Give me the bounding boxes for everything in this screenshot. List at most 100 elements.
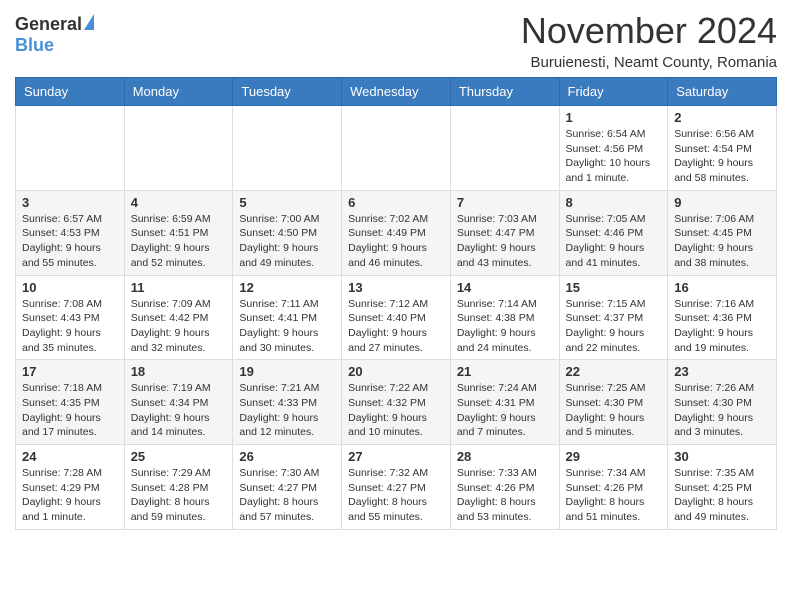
calendar-cell: 22 Sunrise: 7:25 AM Sunset: 4:30 PM Dayli… — [559, 360, 668, 445]
logo-triangle-icon — [84, 14, 94, 30]
day-info: Sunrise: 7:16 AM Sunset: 4:36 PM Dayligh… — [674, 297, 770, 356]
calendar-cell: 18 Sunrise: 7:19 AM Sunset: 4:34 PM Dayli… — [124, 360, 233, 445]
day-number: 24 — [22, 449, 118, 464]
day-number: 8 — [566, 195, 662, 210]
day-info: Sunrise: 7:09 AM Sunset: 4:42 PM Dayligh… — [131, 297, 227, 356]
day-info: Sunrise: 6:54 AM Sunset: 4:56 PM Dayligh… — [566, 127, 662, 186]
day-info: Sunrise: 7:30 AM Sunset: 4:27 PM Dayligh… — [239, 466, 335, 525]
calendar-cell: 20 Sunrise: 7:22 AM Sunset: 4:32 PM Dayli… — [342, 360, 451, 445]
day-number: 16 — [674, 280, 770, 295]
calendar-cell: 26 Sunrise: 7:30 AM Sunset: 4:27 PM Dayli… — [233, 445, 342, 530]
day-info: Sunrise: 7:26 AM Sunset: 4:30 PM Dayligh… — [674, 381, 770, 440]
day-info: Sunrise: 7:08 AM Sunset: 4:43 PM Dayligh… — [22, 297, 118, 356]
day-number: 25 — [131, 449, 227, 464]
day-number: 13 — [348, 280, 444, 295]
calendar-cell — [342, 106, 451, 191]
logo-general-text: General — [15, 14, 82, 35]
day-number: 19 — [239, 364, 335, 379]
day-number: 12 — [239, 280, 335, 295]
month-title: November 2024 — [521, 10, 777, 52]
logo: General Blue — [15, 10, 94, 56]
calendar-cell: 28Sunrise: 7:33 AM Sunset: 4:26 PM Dayli… — [450, 445, 559, 530]
calendar-cell: 8 Sunrise: 7:05 AM Sunset: 4:46 PM Daylig… — [559, 190, 668, 275]
calendar-cell — [233, 106, 342, 191]
day-number: 18 — [131, 364, 227, 379]
logo-blue-text: Blue — [15, 35, 54, 56]
day-info: Sunrise: 7:06 AM Sunset: 4:45 PM Dayligh… — [674, 212, 770, 271]
day-number: 6 — [348, 195, 444, 210]
column-header-thursday: Thursday — [450, 78, 559, 106]
calendar-cell: 14Sunrise: 7:14 AM Sunset: 4:38 PM Dayli… — [450, 275, 559, 360]
day-number: 20 — [348, 364, 444, 379]
column-header-saturday: Saturday — [668, 78, 777, 106]
calendar-week-row: 1 Sunrise: 6:54 AM Sunset: 4:56 PM Daylig… — [16, 106, 777, 191]
day-info: Sunrise: 7:34 AM Sunset: 4:26 PM Dayligh… — [566, 466, 662, 525]
location: Buruienesti, Neamt County, Romania — [521, 54, 777, 71]
day-number: 27 — [348, 449, 444, 464]
calendar-cell: 7 Sunrise: 7:03 AM Sunset: 4:47 PM Daylig… — [450, 190, 559, 275]
calendar-cell: 12 Sunrise: 7:11 AM Sunset: 4:41 PM Dayli… — [233, 275, 342, 360]
day-number: 1 — [566, 110, 662, 125]
title-area: November 2024 Buruienesti, Neamt County,… — [521, 10, 777, 71]
day-number: 22 — [566, 364, 662, 379]
calendar-cell: 9 Sunrise: 7:06 AM Sunset: 4:45 PM Daylig… — [668, 190, 777, 275]
day-number: 10 — [22, 280, 118, 295]
day-info: Sunrise: 7:24 AM Sunset: 4:31 PM Dayligh… — [457, 381, 553, 440]
day-number: 7 — [457, 195, 553, 210]
calendar-cell — [124, 106, 233, 191]
column-header-tuesday: Tuesday — [233, 78, 342, 106]
calendar-week-row: 17 Sunrise: 7:18 AM Sunset: 4:35 PM Dayli… — [16, 360, 777, 445]
calendar-cell: 2Sunrise: 6:56 AM Sunset: 4:54 PM Daylig… — [668, 106, 777, 191]
header: General Blue November 2024 Buruienesti, … — [15, 10, 777, 71]
day-number: 30 — [674, 449, 770, 464]
calendar-cell — [16, 106, 125, 191]
day-number: 14 — [457, 280, 553, 295]
day-info: Sunrise: 7:29 AM Sunset: 4:28 PM Dayligh… — [131, 466, 227, 525]
day-info: Sunrise: 7:12 AM Sunset: 4:40 PM Dayligh… — [348, 297, 444, 356]
calendar-cell: 27 Sunrise: 7:32 AM Sunset: 4:27 PM Dayli… — [342, 445, 451, 530]
day-number: 26 — [239, 449, 335, 464]
day-info: Sunrise: 7:05 AM Sunset: 4:46 PM Dayligh… — [566, 212, 662, 271]
day-info: Sunrise: 7:21 AM Sunset: 4:33 PM Dayligh… — [239, 381, 335, 440]
calendar-cell: 16 Sunrise: 7:16 AM Sunset: 4:36 PM Dayli… — [668, 275, 777, 360]
day-number: 4 — [131, 195, 227, 210]
calendar-cell: 10 Sunrise: 7:08 AM Sunset: 4:43 PM Dayli… — [16, 275, 125, 360]
calendar-week-row: 10 Sunrise: 7:08 AM Sunset: 4:43 PM Dayli… — [16, 275, 777, 360]
day-info: Sunrise: 7:28 AM Sunset: 4:29 PM Dayligh… — [22, 466, 118, 525]
day-info: Sunrise: 6:57 AM Sunset: 4:53 PM Dayligh… — [22, 212, 118, 271]
calendar-cell: 25 Sunrise: 7:29 AM Sunset: 4:28 PM Dayli… — [124, 445, 233, 530]
day-info: Sunrise: 6:59 AM Sunset: 4:51 PM Dayligh… — [131, 212, 227, 271]
calendar-cell: 13 Sunrise: 7:12 AM Sunset: 4:40 PM Dayli… — [342, 275, 451, 360]
calendar-cell: 19 Sunrise: 7:21 AM Sunset: 4:33 PM Dayli… — [233, 360, 342, 445]
column-header-friday: Friday — [559, 78, 668, 106]
calendar-cell — [450, 106, 559, 191]
calendar-cell: 11Sunrise: 7:09 AM Sunset: 4:42 PM Dayli… — [124, 275, 233, 360]
column-header-wednesday: Wednesday — [342, 78, 451, 106]
day-info: Sunrise: 7:11 AM Sunset: 4:41 PM Dayligh… — [239, 297, 335, 356]
calendar-header-row: SundayMondayTuesdayWednesdayThursdayFrid… — [16, 78, 777, 106]
day-info: Sunrise: 7:03 AM Sunset: 4:47 PM Dayligh… — [457, 212, 553, 271]
day-number: 17 — [22, 364, 118, 379]
day-number: 23 — [674, 364, 770, 379]
day-number: 21 — [457, 364, 553, 379]
calendar-week-row: 24 Sunrise: 7:28 AM Sunset: 4:29 PM Dayli… — [16, 445, 777, 530]
day-info: Sunrise: 7:35 AM Sunset: 4:25 PM Dayligh… — [674, 466, 770, 525]
day-info: Sunrise: 7:02 AM Sunset: 4:49 PM Dayligh… — [348, 212, 444, 271]
calendar-cell: 5Sunrise: 7:00 AM Sunset: 4:50 PM Daylig… — [233, 190, 342, 275]
day-number: 2 — [674, 110, 770, 125]
day-number: 5 — [239, 195, 335, 210]
calendar-cell: 4 Sunrise: 6:59 AM Sunset: 4:51 PM Daylig… — [124, 190, 233, 275]
column-header-sunday: Sunday — [16, 78, 125, 106]
calendar-cell: 21 Sunrise: 7:24 AM Sunset: 4:31 PM Dayli… — [450, 360, 559, 445]
day-info: Sunrise: 7:18 AM Sunset: 4:35 PM Dayligh… — [22, 381, 118, 440]
day-number: 29 — [566, 449, 662, 464]
day-info: Sunrise: 7:19 AM Sunset: 4:34 PM Dayligh… — [131, 381, 227, 440]
day-info: Sunrise: 7:22 AM Sunset: 4:32 PM Dayligh… — [348, 381, 444, 440]
calendar-cell: 23 Sunrise: 7:26 AM Sunset: 4:30 PM Dayli… — [668, 360, 777, 445]
calendar-cell: 6 Sunrise: 7:02 AM Sunset: 4:49 PM Daylig… — [342, 190, 451, 275]
day-info: Sunrise: 7:32 AM Sunset: 4:27 PM Dayligh… — [348, 466, 444, 525]
day-info: Sunrise: 7:33 AM Sunset: 4:26 PM Dayligh… — [457, 466, 553, 525]
day-info: Sunrise: 7:25 AM Sunset: 4:30 PM Dayligh… — [566, 381, 662, 440]
day-number: 9 — [674, 195, 770, 210]
calendar-cell: 1 Sunrise: 6:54 AM Sunset: 4:56 PM Daylig… — [559, 106, 668, 191]
